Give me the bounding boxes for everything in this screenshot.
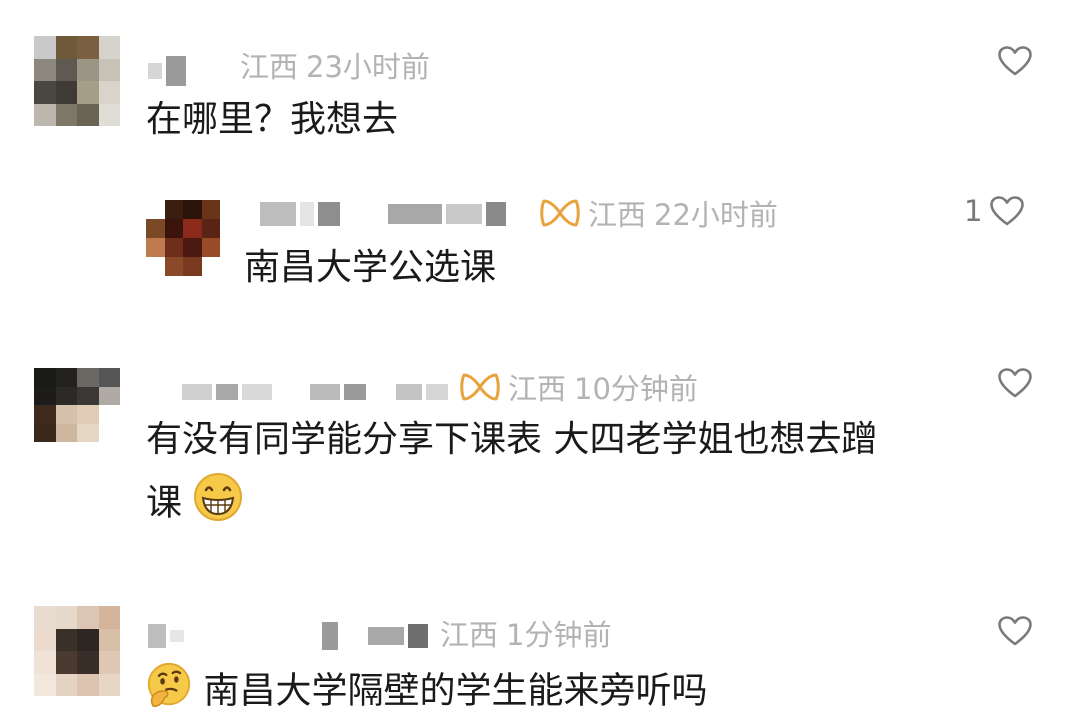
- timestamp: 23小时前: [306, 50, 430, 84]
- comment-meta: 江西 10分钟前: [460, 366, 698, 408]
- grinning-face-emoji: [193, 472, 243, 537]
- region-label: 江西: [588, 198, 647, 232]
- like-button[interactable]: 1: [964, 194, 1025, 228]
- avatar[interactable]: [34, 368, 120, 442]
- comment-text: 南昌大学公选课: [244, 247, 497, 288]
- comment-text-line-1: 有没有同学能分享下课表 大四老学姐也想去蹭: [146, 419, 878, 460]
- username-redacted[interactable]: [260, 202, 506, 226]
- comment-text: 南昌大学隔壁的学生能来旁听吗: [146, 662, 707, 723]
- infinity-badge-icon: [540, 197, 580, 229]
- comment-meta: 江西 23小时前: [240, 44, 430, 86]
- region-label: 江西: [440, 618, 499, 652]
- comment-meta: 江西 1分钟前: [440, 612, 611, 654]
- comment-item: 江西 23小时前 在哪里？我想去: [0, 0, 1080, 170]
- reply-item: 江西 22小时前 南昌大学公选课 1: [0, 180, 1080, 340]
- avatar[interactable]: [34, 36, 120, 126]
- username-redacted[interactable]: [148, 622, 428, 650]
- heart-outline-icon: [990, 196, 1025, 226]
- timestamp: 10分钟前: [574, 372, 698, 406]
- timestamp: 22小时前: [654, 198, 778, 232]
- like-button[interactable]: [998, 46, 1032, 76]
- infinity-badge-icon: [460, 371, 500, 403]
- region-label: 江西: [240, 50, 299, 84]
- like-button[interactable]: [998, 616, 1032, 646]
- comment-text: 在哪里？我想去: [146, 99, 399, 140]
- avatar[interactable]: [34, 606, 120, 696]
- comment-text-line-2: 课: [146, 472, 243, 537]
- heart-outline-icon: [998, 616, 1032, 646]
- thinking-face-emoji: [146, 662, 192, 723]
- username-redacted[interactable]: [182, 384, 448, 400]
- username-redacted[interactable]: [148, 56, 186, 86]
- like-button[interactable]: [998, 368, 1032, 398]
- comment-item: 江西 1分钟前 南昌大学隔壁的学生能来旁听吗: [0, 596, 1080, 716]
- comment-meta: 江西 22小时前: [540, 192, 778, 234]
- avatar[interactable]: [146, 200, 220, 276]
- like-count: 1: [964, 194, 983, 228]
- heart-outline-icon: [998, 368, 1032, 398]
- heart-outline-icon: [998, 46, 1032, 76]
- comment-text-content: 南昌大学隔壁的学生能来旁听吗: [203, 670, 708, 712]
- comment-item: 江西 10分钟前 有没有同学能分享下课表 大四老学姐也想去蹭 课: [0, 350, 1080, 580]
- comment-text-line-2-text: 课: [146, 482, 183, 524]
- timestamp: 1分钟前: [506, 618, 612, 652]
- region-label: 江西: [508, 372, 567, 406]
